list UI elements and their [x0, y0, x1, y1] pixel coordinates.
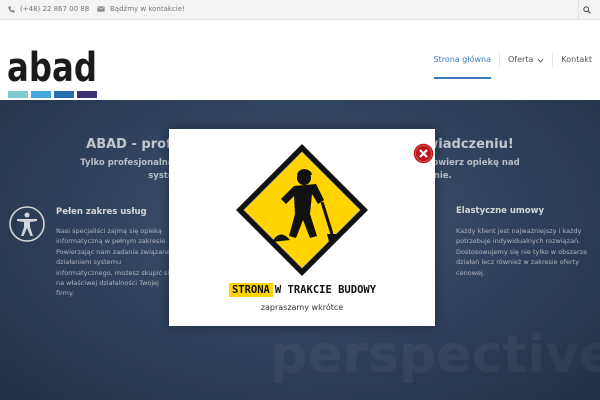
close-icon[interactable]	[412, 142, 435, 165]
nav-label-kontakt: Kontakt	[561, 55, 592, 64]
phone-number: (+48) 22 867 00 88	[20, 5, 90, 13]
nav-item-oferta[interactable]: Oferta	[500, 53, 552, 67]
construction-banner: STRONA W TRAKCIE BUDOWY	[181, 280, 424, 300]
abad-logo[interactable]: abad	[7, 40, 99, 99]
top-bar: (+48) 22 867 00 88 / Bądźmy w kontakcie!	[0, 0, 600, 20]
envelope-icon	[97, 6, 105, 12]
search-button[interactable]	[578, 0, 600, 20]
invite-text: zapraszamy wkrótce	[260, 303, 344, 312]
main-nav: Strona główna Oferta Kontakt	[426, 53, 600, 79]
nav-label-oferta: Oferta	[508, 55, 534, 64]
topbar-separator: /	[85, 5, 88, 13]
nav-label-home: Strona główna	[433, 55, 492, 64]
banner-rest: W TRAKCIE BUDOWY	[274, 284, 377, 296]
contact-text: Bądźmy w kontakcie!	[110, 5, 185, 13]
nav-item-home[interactable]: Strona główna	[426, 53, 500, 79]
construction-sign-image	[236, 144, 368, 276]
search-icon	[583, 6, 591, 14]
phone-icon	[8, 5, 15, 13]
phone-contact[interactable]: (+48) 22 867 00 88	[8, 5, 89, 13]
nav-item-kontakt[interactable]: Kontakt	[553, 53, 600, 67]
logo-text: abad	[7, 45, 97, 91]
site-header: abad Strona główna Oferta Kontakt	[0, 20, 600, 100]
banner-highlight: STRONA	[228, 283, 273, 297]
email-contact[interactable]: Bądźmy w kontakcie!	[97, 5, 185, 13]
chevron-down-icon	[537, 58, 544, 63]
